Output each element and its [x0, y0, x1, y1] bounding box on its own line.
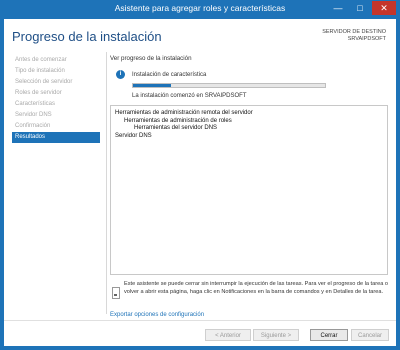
- destination-server-name: SRVAIPDSOFT: [347, 36, 386, 42]
- nav-item-antes-de-comenzar[interactable]: Antes de comenzar: [12, 55, 100, 66]
- wizard-body: Progreso de la instalación SERVIDOR DE D…: [4, 19, 396, 346]
- install-progress-bar: [132, 83, 326, 88]
- footer-divider: [4, 320, 396, 321]
- nav-item-tipo-de-instalacion[interactable]: Tipo de instalación: [12, 66, 100, 77]
- results-panel: Ver progreso de la instalación i Instala…: [110, 55, 390, 318]
- nav-divider: [106, 52, 107, 314]
- wizard-nav: Antes de comenzar Tipo de instalación Se…: [12, 55, 100, 143]
- close-window-button[interactable]: ✕: [372, 1, 396, 15]
- install-status: La instalación comenzó en SRVAIPDSOFT: [132, 93, 247, 99]
- installed-features-list[interactable]: Herramientas de administración remota de…: [110, 105, 388, 275]
- nav-item-servidor-dns[interactable]: Servidor DNS: [12, 110, 100, 121]
- close-button[interactable]: Cerrar: [310, 329, 348, 341]
- nav-item-roles-de-servidor[interactable]: Roles de servidor: [12, 88, 100, 99]
- wizard-window: Asistente para agregar roles y caracterí…: [0, 0, 400, 350]
- notice-icon: [112, 287, 120, 299]
- tree-item: Herramientas de administración remota de…: [115, 110, 253, 116]
- export-config-link[interactable]: Exportar opciones de configuración: [110, 312, 204, 318]
- tree-item: Herramientas del servidor DNS: [134, 125, 218, 131]
- tree-item: Servidor DNS: [115, 132, 152, 139]
- next-button[interactable]: Siguiente >: [253, 329, 299, 341]
- page-title: Progreso de la instalación: [12, 29, 162, 44]
- view-progress-label: Ver progreso de la instalación: [110, 55, 192, 62]
- title-bar: Asistente para agregar roles y caracterí…: [0, 0, 400, 19]
- minimize-button[interactable]: —: [328, 1, 348, 15]
- nav-item-confirmacion[interactable]: Confirmación: [12, 121, 100, 132]
- maximize-button[interactable]: □: [350, 1, 370, 15]
- destination-server-label: SERVIDOR DE DESTINO: [322, 29, 386, 35]
- nav-item-seleccion-de-servidor[interactable]: Selección de servidor: [12, 77, 100, 88]
- info-icon: i: [116, 70, 125, 79]
- install-title: Instalación de característica: [132, 72, 207, 78]
- previous-button[interactable]: < Anterior: [205, 329, 251, 341]
- nav-item-resultados[interactable]: Resultados: [12, 132, 100, 143]
- features-tree: Herramientas de administración remota de…: [115, 110, 253, 140]
- install-progress-fill: [133, 84, 172, 87]
- nav-item-caracteristicas[interactable]: Características: [12, 99, 100, 110]
- close-notice: Este asistente se puede cerrar sin inter…: [124, 281, 388, 295]
- cancel-button[interactable]: Cancelar: [351, 329, 389, 341]
- tree-item: Herramientas de administración de roles: [124, 117, 232, 124]
